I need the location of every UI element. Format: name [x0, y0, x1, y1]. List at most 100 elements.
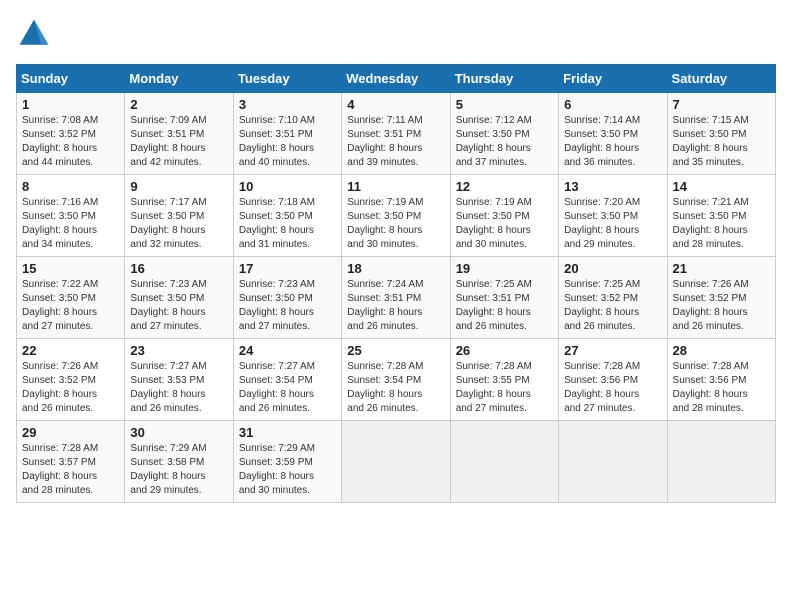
day-number: 27 [564, 343, 661, 358]
calendar-cell: 3 Sunrise: 7:10 AMSunset: 3:51 PMDaylight… [233, 93, 341, 175]
logo [16, 16, 56, 52]
weekday-header-row: SundayMondayTuesdayWednesdayThursdayFrid… [17, 65, 776, 93]
calendar-cell: 13 Sunrise: 7:20 AMSunset: 3:50 PMDayligh… [559, 175, 667, 257]
day-number: 25 [347, 343, 444, 358]
day-info: Sunrise: 7:28 AMSunset: 3:56 PMDaylight:… [564, 360, 661, 416]
day-number: 28 [673, 343, 770, 358]
logo-icon [16, 16, 52, 52]
weekday-wednesday: Wednesday [342, 65, 450, 93]
day-info: Sunrise: 7:28 AMSunset: 3:56 PMDaylight:… [673, 360, 770, 416]
calendar-cell: 17 Sunrise: 7:23 AMSunset: 3:50 PMDayligh… [233, 257, 341, 339]
calendar-cell: 20Sunrise: 7:25 AMSunset: 3:52 PMDayligh… [559, 257, 667, 339]
day-info: Sunrise: 7:28 AMSunset: 3:54 PMDaylight:… [347, 360, 444, 416]
calendar-cell: 26 Sunrise: 7:28 AMSunset: 3:55 PMDayligh… [450, 339, 558, 421]
calendar-cell: 18 Sunrise: 7:24 AMSunset: 3:51 PMDayligh… [342, 257, 450, 339]
day-number: 4 [347, 97, 444, 112]
calendar-cell [342, 421, 450, 503]
day-number: 12 [456, 179, 553, 194]
day-info: Sunrise: 7:14 AMSunset: 3:50 PMDaylight:… [564, 114, 661, 170]
day-info: Sunrise: 7:10 AMSunset: 3:51 PMDaylight:… [239, 114, 336, 170]
day-number: 6 [564, 97, 661, 112]
day-info: Sunrise: 7:29 AMSunset: 3:59 PMDaylight:… [239, 442, 336, 498]
day-info: Sunrise: 7:09 AMSunset: 3:51 PMDaylight:… [130, 114, 227, 170]
calendar-cell: 21 Sunrise: 7:26 AMSunset: 3:52 PMDayligh… [667, 257, 775, 339]
day-info: Sunrise: 7:19 AMSunset: 3:50 PMDaylight:… [456, 196, 553, 252]
weekday-tuesday: Tuesday [233, 65, 341, 93]
day-info: Sunrise: 7:08 AMSunset: 3:52 PMDaylight:… [22, 114, 119, 170]
calendar-table: SundayMondayTuesdayWednesdayThursdayFrid… [16, 64, 776, 503]
day-number: 14 [673, 179, 770, 194]
calendar-cell: 28 Sunrise: 7:28 AMSunset: 3:56 PMDayligh… [667, 339, 775, 421]
calendar-cell: 10 Sunrise: 7:18 AMSunset: 3:50 PMDayligh… [233, 175, 341, 257]
day-number: 2 [130, 97, 227, 112]
calendar-cell: 4 Sunrise: 7:11 AMSunset: 3:51 PMDaylight… [342, 93, 450, 175]
calendar-week-row: 1 Sunrise: 7:08 AMSunset: 3:52 PMDaylight… [17, 93, 776, 175]
calendar-cell: 27 Sunrise: 7:28 AMSunset: 3:56 PMDayligh… [559, 339, 667, 421]
calendar-cell: 2 Sunrise: 7:09 AMSunset: 3:51 PMDaylight… [125, 93, 233, 175]
day-number: 26 [456, 343, 553, 358]
day-info: Sunrise: 7:15 AMSunset: 3:50 PMDaylight:… [673, 114, 770, 170]
calendar-week-row: 29Sunrise: 7:28 AMSunset: 3:57 PMDayligh… [17, 421, 776, 503]
day-number: 11 [347, 179, 444, 194]
day-info: Sunrise: 7:22 AMSunset: 3:50 PMDaylight:… [22, 278, 119, 334]
calendar-cell: 23Sunrise: 7:27 AMSunset: 3:53 PMDayligh… [125, 339, 233, 421]
weekday-saturday: Saturday [667, 65, 775, 93]
day-info: Sunrise: 7:16 AMSunset: 3:50 PMDaylight:… [22, 196, 119, 252]
day-number: 9 [130, 179, 227, 194]
day-number: 7 [673, 97, 770, 112]
day-info: Sunrise: 7:19 AMSunset: 3:50 PMDaylight:… [347, 196, 444, 252]
calendar-header: SundayMondayTuesdayWednesdayThursdayFrid… [17, 65, 776, 93]
calendar-cell: 16 Sunrise: 7:23 AMSunset: 3:50 PMDayligh… [125, 257, 233, 339]
day-info: Sunrise: 7:27 AMSunset: 3:53 PMDaylight:… [130, 360, 227, 416]
day-number: 1 [22, 97, 119, 112]
day-info: Sunrise: 7:29 AMSunset: 3:58 PMDaylight:… [130, 442, 227, 498]
day-number: 13 [564, 179, 661, 194]
calendar-cell: 31 Sunrise: 7:29 AMSunset: 3:59 PMDayligh… [233, 421, 341, 503]
calendar-cell: 7 Sunrise: 7:15 AMSunset: 3:50 PMDaylight… [667, 93, 775, 175]
day-info: Sunrise: 7:12 AMSunset: 3:50 PMDaylight:… [456, 114, 553, 170]
calendar-cell: 11 Sunrise: 7:19 AMSunset: 3:50 PMDayligh… [342, 175, 450, 257]
day-info: Sunrise: 7:26 AMSunset: 3:52 PMDaylight:… [22, 360, 119, 416]
day-number: 15 [22, 261, 119, 276]
calendar-cell: 1 Sunrise: 7:08 AMSunset: 3:52 PMDaylight… [17, 93, 125, 175]
calendar-cell: 5Sunrise: 7:12 AMSunset: 3:50 PMDaylight… [450, 93, 558, 175]
day-info: Sunrise: 7:26 AMSunset: 3:52 PMDaylight:… [673, 278, 770, 334]
day-info: Sunrise: 7:23 AMSunset: 3:50 PMDaylight:… [239, 278, 336, 334]
day-info: Sunrise: 7:20 AMSunset: 3:50 PMDaylight:… [564, 196, 661, 252]
calendar-cell: 19Sunrise: 7:25 AMSunset: 3:51 PMDayligh… [450, 257, 558, 339]
calendar-cell: 8 Sunrise: 7:16 AMSunset: 3:50 PMDaylight… [17, 175, 125, 257]
calendar-cell: 29Sunrise: 7:28 AMSunset: 3:57 PMDayligh… [17, 421, 125, 503]
calendar-week-row: 8 Sunrise: 7:16 AMSunset: 3:50 PMDaylight… [17, 175, 776, 257]
day-number: 21 [673, 261, 770, 276]
day-number: 24 [239, 343, 336, 358]
day-info: Sunrise: 7:18 AMSunset: 3:50 PMDaylight:… [239, 196, 336, 252]
calendar-cell: 24 Sunrise: 7:27 AMSunset: 3:54 PMDayligh… [233, 339, 341, 421]
day-info: Sunrise: 7:27 AMSunset: 3:54 PMDaylight:… [239, 360, 336, 416]
calendar-cell: 12 Sunrise: 7:19 AMSunset: 3:50 PMDayligh… [450, 175, 558, 257]
day-info: Sunrise: 7:25 AMSunset: 3:52 PMDaylight:… [564, 278, 661, 334]
weekday-friday: Friday [559, 65, 667, 93]
day-info: Sunrise: 7:24 AMSunset: 3:51 PMDaylight:… [347, 278, 444, 334]
day-info: Sunrise: 7:28 AMSunset: 3:57 PMDaylight:… [22, 442, 119, 498]
calendar-cell [667, 421, 775, 503]
weekday-sunday: Sunday [17, 65, 125, 93]
day-number: 10 [239, 179, 336, 194]
calendar-cell: 15 Sunrise: 7:22 AMSunset: 3:50 PMDayligh… [17, 257, 125, 339]
day-number: 22 [22, 343, 119, 358]
day-number: 16 [130, 261, 227, 276]
day-number: 30 [130, 425, 227, 440]
day-info: Sunrise: 7:23 AMSunset: 3:50 PMDaylight:… [130, 278, 227, 334]
calendar-week-row: 15 Sunrise: 7:22 AMSunset: 3:50 PMDayligh… [17, 257, 776, 339]
calendar-cell: 14Sunrise: 7:21 AMSunset: 3:50 PMDayligh… [667, 175, 775, 257]
day-number: 8 [22, 179, 119, 194]
day-number: 18 [347, 261, 444, 276]
day-number: 17 [239, 261, 336, 276]
calendar-cell: 6 Sunrise: 7:14 AMSunset: 3:50 PMDaylight… [559, 93, 667, 175]
page-header [16, 16, 776, 52]
calendar-cell: 22 Sunrise: 7:26 AMSunset: 3:52 PMDayligh… [17, 339, 125, 421]
day-info: Sunrise: 7:28 AMSunset: 3:55 PMDaylight:… [456, 360, 553, 416]
day-number: 3 [239, 97, 336, 112]
day-info: Sunrise: 7:11 AMSunset: 3:51 PMDaylight:… [347, 114, 444, 170]
weekday-thursday: Thursday [450, 65, 558, 93]
day-number: 31 [239, 425, 336, 440]
